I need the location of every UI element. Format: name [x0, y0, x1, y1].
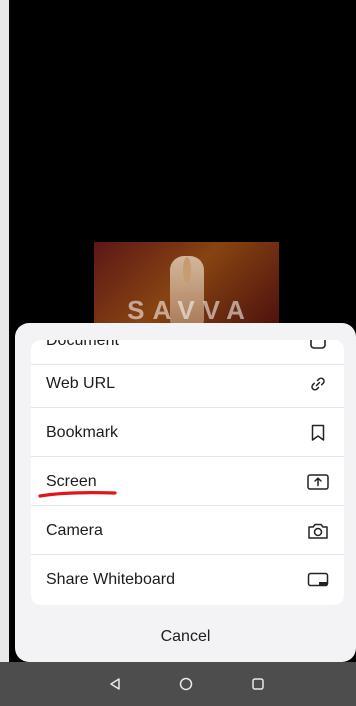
share-options-list: Document Web URL Bookmark Screen Camera …	[31, 340, 344, 605]
bookmark-icon	[307, 422, 329, 444]
video-logo: SAVVA	[127, 295, 253, 325]
window-edge	[0, 0, 9, 662]
camera-icon	[307, 520, 329, 542]
whiteboard-icon	[307, 569, 329, 591]
cancel-button[interactable]: Cancel	[15, 611, 356, 662]
option-camera[interactable]: Camera	[31, 506, 344, 555]
option-camera-label: Camera	[46, 521, 103, 539]
document-icon	[307, 340, 329, 352]
option-web-url[interactable]: Web URL	[31, 359, 344, 408]
option-share-whiteboard-label: Share Whiteboard	[46, 570, 175, 588]
recents-icon[interactable]	[248, 674, 268, 694]
system-navigation-bar	[0, 662, 356, 706]
home-icon[interactable]	[176, 674, 196, 694]
option-bookmark-label: Bookmark	[46, 423, 119, 441]
screen-share-icon	[307, 471, 329, 493]
option-document-label: Document	[46, 340, 119, 349]
link-icon	[307, 373, 329, 395]
option-bookmark[interactable]: Bookmark	[31, 408, 344, 457]
screen-annotation-underline	[38, 491, 117, 498]
back-icon[interactable]	[105, 674, 125, 694]
option-web-url-label: Web URL	[46, 374, 116, 392]
option-share-whiteboard[interactable]: Share Whiteboard	[31, 555, 344, 604]
